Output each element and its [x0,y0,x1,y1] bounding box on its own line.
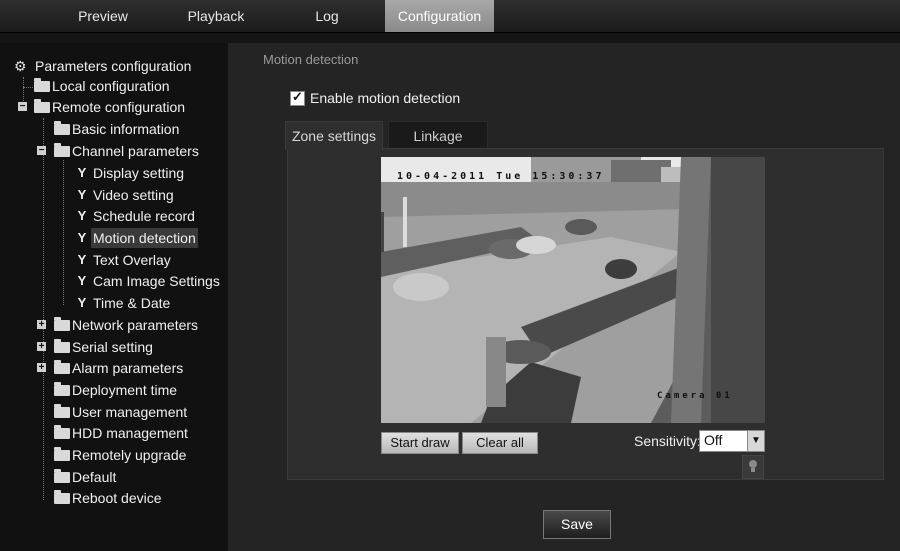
tree-item-display-setting[interactable]: Y Display setting [76,163,226,183]
tree-item-alarm-parameters[interactable]: + Alarm parameters [37,358,227,378]
tree-item-label: Default [72,469,117,485]
folder-icon [54,360,70,374]
start-draw-button[interactable]: Start draw [381,432,459,454]
tree-item-time-date[interactable]: Y Time & Date [76,293,226,313]
tab-configuration[interactable]: Configuration [385,0,494,32]
config-root-icon: ⚙ [14,58,27,74]
tree-item-hdd-management[interactable]: HDD management [54,423,224,443]
enable-motion-detection-checkbox[interactable] [290,89,305,106]
tree-root[interactable]: ⚙ Parameters configuration [14,56,214,76]
clear-all-button[interactable]: Clear all [462,432,538,454]
save-button[interactable]: Save [543,510,611,539]
tree-item-text-overlay[interactable]: Y Text Overlay [76,250,226,270]
folder-icon [54,317,70,331]
tree-line [43,118,44,500]
sensitivity-select[interactable]: Off ▼ [699,430,765,452]
tree-item-label: User management [72,404,188,420]
folder-icon [54,469,70,483]
wrench-icon: Y [77,252,87,267]
enable-motion-detection-label: Enable motion detection [310,90,461,106]
folder-icon [54,339,70,353]
wrench-icon: Y [77,187,87,202]
wrench-icon: Y [77,230,87,245]
tree-item-remotely-upgrade[interactable]: Remotely upgrade [54,445,224,465]
tree-item-label: Reboot device [72,490,162,506]
tree-item-label: Remote configuration [52,99,186,115]
wrench-icon: Y [77,295,87,310]
folder-icon [54,121,70,135]
tree-item-label: Basic information [72,121,180,137]
tree-item-user-management[interactable]: User management [54,402,224,422]
tree-item-label: Display setting [93,165,185,181]
tree-line [63,160,64,305]
lightbulb-icon[interactable] [742,455,764,479]
folder-icon [34,99,50,113]
tree-item-remote-configuration[interactable]: − Remote configuration [18,97,218,117]
section-title: Motion detection [263,52,359,67]
collapse-icon[interactable]: − [18,102,27,112]
sensitivity-value: Off [704,432,723,448]
folder-icon [54,425,70,439]
tree-item-label: Local configuration [52,78,170,94]
lightbulb-icon-shape [749,460,757,472]
tab-log[interactable]: Log [296,0,358,32]
tree-item-schedule-record[interactable]: Y Schedule record [76,206,226,226]
chevron-down-icon[interactable]: ▼ [747,431,764,451]
tab-preview[interactable]: Preview [62,0,144,32]
tree-item-serial-setting[interactable]: + Serial setting [37,337,227,357]
tree-item-default[interactable]: Default [54,467,224,487]
tree-item-video-setting[interactable]: Y Video setting [76,185,226,205]
sensitivity-label: Sensitivity: [634,433,701,449]
tree-item-network-parameters[interactable]: + Network parameters [37,315,227,335]
tree-item-label: Motion detection [91,228,198,248]
collapse-icon[interactable]: − [37,146,46,156]
tree-item-label: Network parameters [72,317,199,333]
tree-item-label: Remotely upgrade [72,447,187,463]
folder-icon [54,382,70,396]
video-camera-label: Camera 01 [657,391,733,401]
tree-item-label: HDD management [72,425,188,441]
tree-item-label: Schedule record [93,208,195,224]
tree-item-motion-detection[interactable]: Y Motion detection [76,228,226,248]
tab-zone-settings[interactable]: Zone settings [285,121,383,150]
tree-item-label: Video setting [93,187,174,203]
tree-item-cam-image-settings[interactable]: Y Cam Image Settings [76,271,226,291]
expand-icon[interactable]: + [37,363,46,373]
expand-icon[interactable]: + [37,342,46,352]
camera-scene [381,157,765,423]
tree-item-reboot-device[interactable]: Reboot device [54,488,224,508]
video-timestamp: 10-04-2011 Tue 15:30:37 [397,171,605,182]
tree-item-label: Text Overlay [93,252,171,268]
video-preview[interactable]: 10-04-2011 Tue 15:30:37 Camera 01 [381,157,765,423]
wrench-icon: Y [77,165,87,180]
tree-item-channel-parameters[interactable]: − Channel parameters [37,141,227,161]
tree-item-label: Serial setting [72,339,153,355]
tree-item-basic-information[interactable]: Basic information [54,119,224,139]
tree-item-label: Cam Image Settings [93,273,220,289]
top-nav: Preview Playback Log Configuration [0,0,900,33]
folder-icon [54,404,70,418]
folder-icon [54,490,70,504]
wrench-icon: Y [77,208,87,223]
folder-icon [54,143,70,157]
tab-linkage[interactable]: Linkage [388,121,488,150]
folder-icon [54,447,70,461]
tree-item-label: Channel parameters [72,143,199,159]
folder-icon [34,78,50,92]
tree-item-label: Alarm parameters [72,360,184,376]
tree-root-label: Parameters configuration [35,58,192,74]
tree-item-label: Time & Date [93,295,171,311]
tree-item-label: Deployment time [72,382,178,398]
tree-item-deployment-time[interactable]: Deployment time [54,380,224,400]
tree-line [23,87,33,88]
expand-icon[interactable]: + [37,320,46,330]
wrench-icon: Y [77,273,87,288]
tab-playback[interactable]: Playback [172,0,260,32]
tree-item-local-configuration[interactable]: Local configuration [34,76,224,96]
